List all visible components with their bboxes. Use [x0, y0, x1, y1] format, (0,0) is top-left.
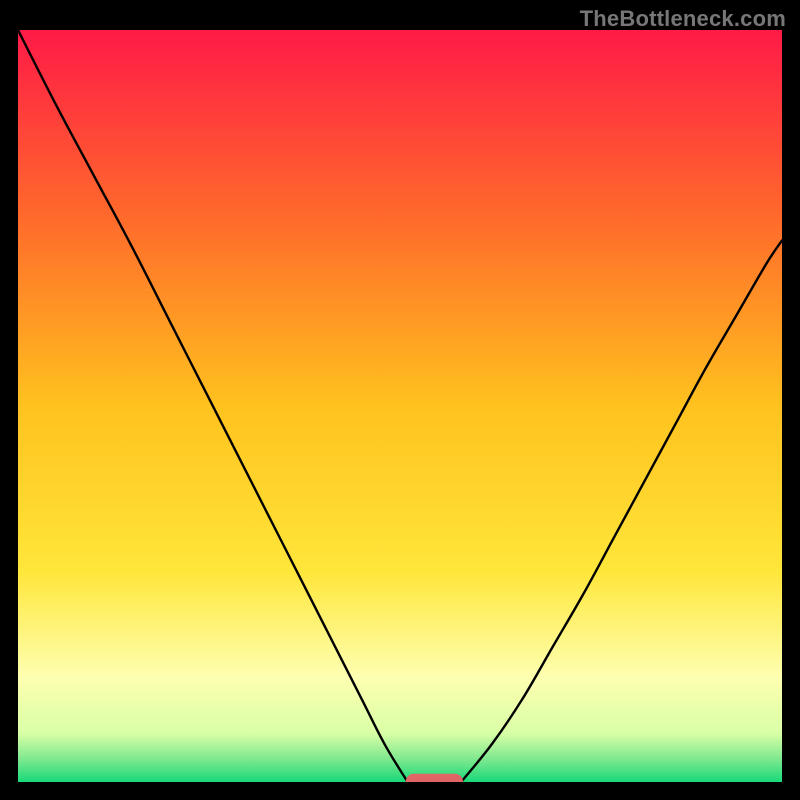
watermark-label: TheBottleneck.com — [580, 6, 786, 32]
gradient-background — [18, 30, 782, 782]
target-marker — [406, 774, 463, 782]
bottleneck-chart — [18, 30, 782, 782]
plot-area — [18, 30, 782, 782]
chart-frame: TheBottleneck.com — [0, 0, 800, 800]
